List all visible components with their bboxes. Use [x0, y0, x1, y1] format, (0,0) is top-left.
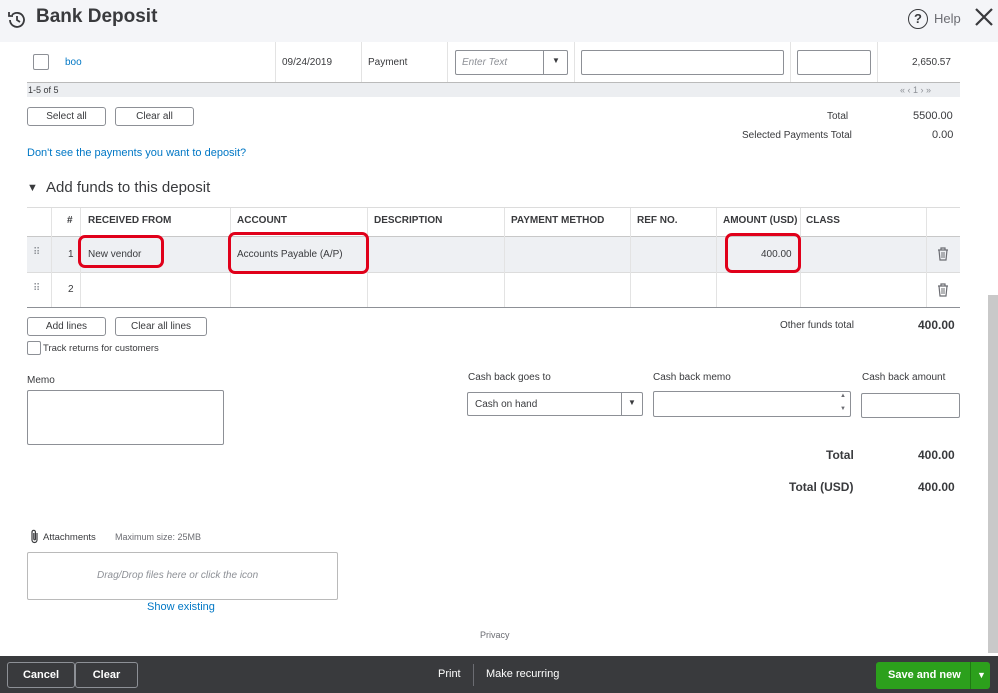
print-button[interactable]: Print [438, 668, 461, 680]
clear-button[interactable]: Clear [75, 662, 138, 688]
cash-back-goes-to-value: Cash on hand [475, 399, 538, 410]
col-header-account[interactable]: ACCOUNT [237, 215, 287, 226]
scrollbar[interactable] [988, 295, 998, 653]
add-lines-button[interactable]: Add lines [27, 317, 106, 336]
save-and-new-label: Save and new [888, 669, 961, 681]
cancel-button[interactable]: Cancel [7, 662, 75, 688]
funds-row-2[interactable] [27, 273, 960, 307]
chevron-down-icon[interactable]: ▼ [977, 662, 986, 689]
scroll-down-icon[interactable]: ▼ [840, 406, 846, 412]
help-link[interactable]: Help [934, 11, 961, 26]
help-icon[interactable]: ? [908, 9, 928, 29]
other-funds-total-value: 400.00 [918, 318, 955, 332]
total-value: 400.00 [918, 448, 955, 462]
payment-row-date: 09/24/2019 [282, 57, 333, 68]
payments-total-value: 5500.00 [913, 110, 953, 122]
attachments-dropzone[interactable]: Drag/Drop files here or click the icon [27, 552, 338, 600]
highlight-received-from [78, 235, 164, 268]
show-existing-link[interactable]: Show existing [147, 601, 215, 613]
col-header-ref-no[interactable]: REF NO. [637, 215, 678, 226]
highlight-amount [725, 233, 801, 273]
track-returns-label: Track returns for customers [43, 343, 159, 354]
highlight-account [228, 232, 369, 274]
drag-handle-icon[interactable]: ⠿ [33, 247, 40, 258]
other-funds-total-label: Other funds total [780, 320, 854, 331]
payment-method-select[interactable]: Enter Text ▼ [455, 50, 568, 75]
col-header-class[interactable]: CLASS [806, 215, 840, 226]
pager-count: 1-5 of 5 [28, 85, 59, 95]
payment-method-placeholder: Enter Text [462, 57, 508, 68]
clear-all-button[interactable]: Clear all [115, 107, 194, 126]
col-header-num: # [67, 215, 73, 226]
funds-row-number: 2 [68, 284, 74, 295]
payment-memo-input[interactable] [581, 50, 784, 75]
dropzone-text: Drag/Drop files here or click the icon [97, 570, 259, 581]
payment-row-amount: 2,650.57 [912, 57, 951, 68]
memo-label: Memo [27, 375, 55, 386]
collapse-triangle-icon[interactable]: ▼ [27, 182, 38, 194]
history-icon[interactable] [6, 9, 28, 31]
trash-icon[interactable] [937, 283, 949, 297]
cash-back-goes-to-label: Cash back goes to [468, 372, 551, 383]
trash-icon[interactable] [937, 247, 949, 261]
cash-back-goes-to-select[interactable]: Cash on hand ▼ [467, 392, 643, 416]
funds-row-1[interactable] [27, 237, 960, 272]
chevron-down-icon[interactable]: ▼ [628, 398, 636, 407]
payments-total-label: Total [827, 111, 849, 122]
cash-back-amount-label: Cash back amount [862, 372, 946, 383]
save-and-new-button[interactable]: Save and new ▼ [876, 662, 990, 689]
selected-payments-label: Selected Payments Total [742, 130, 852, 141]
pager-bar [27, 83, 960, 97]
payment-row-name[interactable]: boo [65, 57, 82, 68]
col-header-payment-method[interactable]: PAYMENT METHOD [511, 215, 604, 226]
pager-nav[interactable]: « ‹ 1 › » [900, 85, 931, 95]
privacy-link[interactable]: Privacy [480, 630, 510, 640]
payment-row-type: Payment [368, 57, 408, 68]
col-header-amount[interactable]: AMOUNT (USD) [723, 215, 797, 226]
add-funds-title: Add funds to this deposit [46, 179, 211, 196]
memo-textarea[interactable] [27, 390, 224, 445]
missing-payments-link[interactable]: Don't see the payments you want to depos… [27, 147, 246, 159]
attachments-label: Attachments [43, 532, 96, 543]
funds-row-number: 1 [68, 249, 74, 260]
make-recurring-button[interactable]: Make recurring [486, 668, 559, 680]
col-header-received-from[interactable]: RECEIVED FROM [88, 215, 171, 226]
clear-all-lines-button[interactable]: Clear all lines [115, 317, 207, 336]
paperclip-icon[interactable] [30, 529, 40, 544]
selected-payments-value: 0.00 [932, 129, 954, 141]
scroll-up-icon[interactable]: ▲ [840, 393, 846, 399]
payment-row-checkbox[interactable] [33, 54, 49, 70]
cash-back-memo-input[interactable]: ▲ ▼ [653, 391, 851, 417]
select-all-button[interactable]: Select all [27, 107, 106, 126]
close-icon[interactable] [974, 6, 994, 28]
total-usd-label: Total (USD) [789, 480, 854, 494]
cash-back-amount-input[interactable] [861, 393, 960, 418]
page-title: Bank Deposit [36, 6, 158, 27]
drag-handle-icon[interactable]: ⠿ [33, 283, 40, 294]
attachments-max-size: Maximum size: 25MB [115, 532, 202, 542]
col-header-description[interactable]: DESCRIPTION [374, 215, 442, 226]
chevron-down-icon[interactable]: ▼ [552, 56, 560, 65]
cash-back-memo-label: Cash back memo [653, 372, 731, 383]
track-returns-checkbox[interactable] [27, 341, 41, 355]
payment-ref-input[interactable] [797, 50, 871, 75]
total-usd-value: 400.00 [918, 480, 955, 494]
total-label: Total [826, 448, 854, 462]
